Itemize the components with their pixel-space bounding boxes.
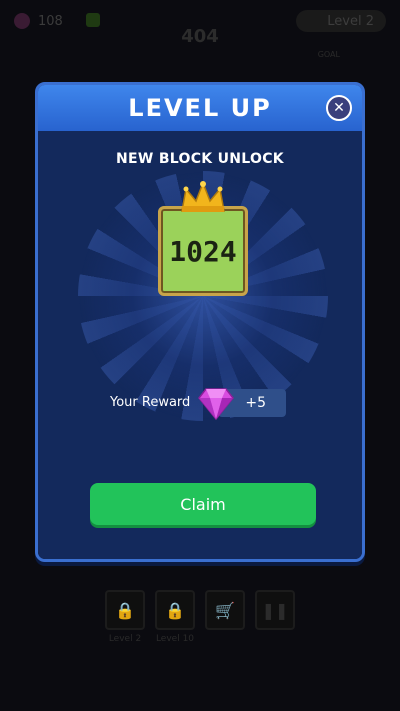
reward-amount: +5 bbox=[245, 395, 266, 411]
claim-button[interactable]: Claim bbox=[90, 483, 316, 525]
bottom-label-1: Level 2 bbox=[108, 634, 142, 644]
cart-icon: 🛒 bbox=[205, 590, 245, 630]
new-block-heading: NEW BLOCK UNLOCK bbox=[116, 151, 284, 167]
dialog-body: NEW BLOCK UNLOCK 1024 Your Reward +5 Cla… bbox=[38, 131, 362, 559]
crown-icon bbox=[181, 181, 225, 212]
goal-label: GOAL bbox=[317, 50, 340, 59]
bottom-toolbar: 🔒 Level 2 🔒 Level 10 🛒 ❚❚ bbox=[0, 590, 400, 650]
unlocked-block: 1024 bbox=[158, 206, 248, 296]
score: 404 bbox=[181, 26, 219, 47]
lock-icon: 🔒 bbox=[105, 590, 145, 630]
close-button[interactable]: ✕ bbox=[326, 95, 352, 121]
dialog-header: LEVEL UP ✕ bbox=[38, 85, 362, 131]
reward-label: Your Reward bbox=[110, 395, 191, 410]
pause-icon: ❚❚ bbox=[255, 590, 295, 630]
bottom-label-2: Level 10 bbox=[155, 634, 195, 644]
reward-row: Your Reward +5 bbox=[38, 386, 362, 420]
close-icon: ✕ bbox=[333, 100, 345, 116]
lock-icon: 🔒 bbox=[155, 590, 195, 630]
claim-label: Claim bbox=[180, 494, 226, 514]
level-up-dialog: LEVEL UP ✕ NEW BLOCK UNLOCK 1024 Your Re… bbox=[35, 82, 365, 562]
dialog-title: LEVEL UP bbox=[128, 94, 272, 122]
block-value: 1024 bbox=[169, 234, 237, 268]
gem-icon bbox=[198, 388, 234, 420]
add-gems-button bbox=[86, 13, 100, 27]
